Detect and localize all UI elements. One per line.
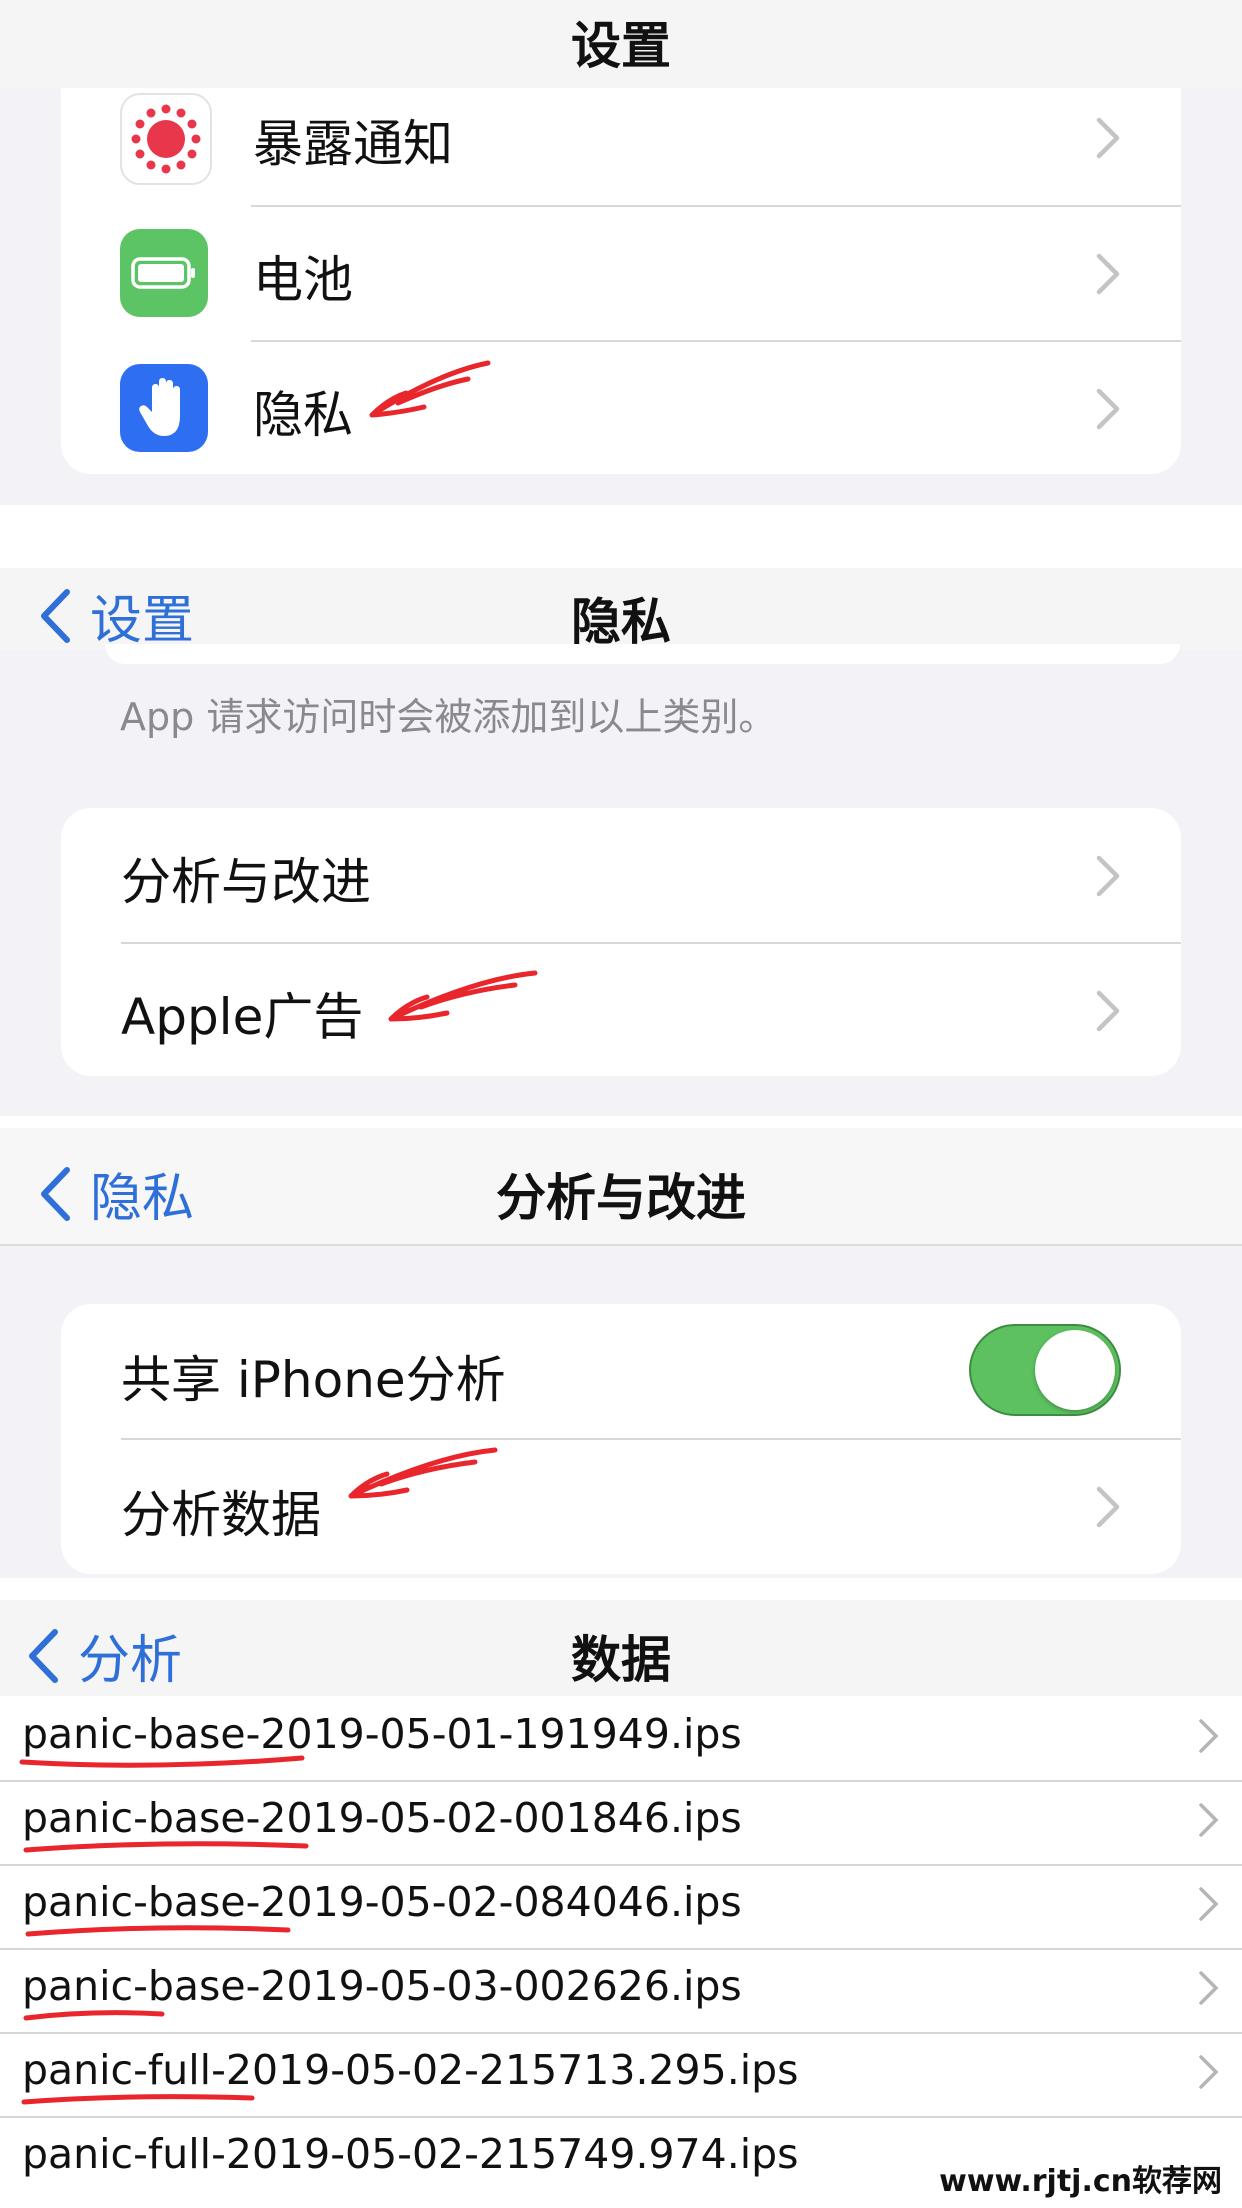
privacy-card: 分析与改进 Apple广告 bbox=[61, 808, 1181, 1076]
settings-panel: 设置 暴露通知 电池 隐私 bbox=[0, 0, 1242, 505]
settings-item-exposure[interactable]: 暴露通知 bbox=[61, 88, 1181, 222]
exposure-notification-icon bbox=[120, 93, 212, 185]
settings-navbar: 设置 bbox=[0, 0, 1242, 88]
chevron-right-icon bbox=[1199, 1887, 1219, 1921]
file-name: panic-base-2019-05-03-002626.ips bbox=[22, 1962, 742, 2010]
list-item[interactable]: panic-base-2019-05-03-002626.ips bbox=[0, 1948, 1242, 2034]
page-title: 分析与改进 bbox=[496, 1169, 746, 1227]
list-item[interactable]: panic-base-2019-05-02-001846.ips bbox=[0, 1780, 1242, 1866]
data-navbar: 分析 数据 bbox=[0, 1600, 1242, 1696]
chevron-right-icon bbox=[1199, 1803, 1219, 1837]
file-name: panic-full-2019-05-02-215713.295.ips bbox=[22, 2046, 799, 2094]
page-title: 数据 bbox=[571, 1631, 671, 1689]
chevron-right-icon bbox=[1199, 2055, 1219, 2089]
list-item[interactable]: panic-full-2019-05-02-215713.295.ips bbox=[0, 2032, 1242, 2118]
privacy-panel: 设置 隐私 App 请求访问时会被添加到以上类别。 分析与改进 Apple广告 bbox=[0, 568, 1242, 1116]
data-panel: 分析 数据 panic-base-2019-05-01-191949.ips p… bbox=[0, 1600, 1242, 2208]
privacy-item-label: Apple广告 bbox=[121, 988, 364, 1046]
analytics-data-row[interactable]: 分析数据 bbox=[61, 1439, 1181, 1573]
list-item[interactable]: panic-base-2019-05-01-191949.ips bbox=[0, 1696, 1242, 1782]
file-name: panic-full-2019-05-02-215749.974.ips bbox=[22, 2130, 799, 2178]
analytics-card: 共享 iPhone分析 分析数据 bbox=[61, 1304, 1181, 1574]
chevron-right-icon bbox=[1096, 117, 1120, 159]
privacy-navbar: 设置 隐私 bbox=[0, 568, 1242, 651]
privacy-item-apple-ads[interactable]: Apple广告 bbox=[61, 943, 1181, 1076]
settings-item-label: 暴露通知 bbox=[253, 115, 453, 173]
chevron-right-icon bbox=[1199, 1719, 1219, 1753]
settings-item-battery[interactable]: 电池 bbox=[61, 206, 1181, 340]
chevron-right-icon bbox=[1096, 855, 1120, 897]
settings-card: 暴露通知 电池 隐私 bbox=[61, 88, 1181, 474]
page-title: 设置 bbox=[571, 17, 671, 75]
card-remnant bbox=[105, 644, 1180, 664]
file-name: panic-base-2019-05-02-001846.ips bbox=[22, 1794, 742, 1842]
privacy-item-analytics[interactable]: 分析与改进 bbox=[61, 808, 1181, 942]
list-item[interactable]: panic-base-2019-05-02-084046.ips bbox=[0, 1864, 1242, 1950]
watermark: www.rjtj.cn软荐网 bbox=[933, 2156, 1228, 2200]
privacy-item-label: 分析与改进 bbox=[121, 853, 371, 911]
share-iphone-analytics-row: 共享 iPhone分析 bbox=[61, 1304, 1181, 1438]
analytics-data-label: 分析数据 bbox=[121, 1486, 321, 1544]
chevron-right-icon bbox=[1096, 990, 1120, 1032]
share-analytics-toggle[interactable] bbox=[969, 1324, 1121, 1416]
chevron-right-icon bbox=[1096, 253, 1120, 295]
file-name: panic-base-2019-05-01-191949.ips bbox=[22, 1710, 742, 1758]
settings-item-label: 电池 bbox=[253, 251, 353, 309]
hand-privacy-icon bbox=[120, 364, 208, 452]
chevron-right-icon bbox=[1096, 1486, 1120, 1528]
toggle-knob bbox=[1035, 1330, 1115, 1410]
file-name: panic-base-2019-05-02-084046.ips bbox=[22, 1878, 742, 1926]
settings-item-label: 隐私 bbox=[253, 386, 353, 444]
chevron-right-icon bbox=[1199, 1971, 1219, 2005]
analytics-panel: 隐私 分析与改进 共享 iPhone分析 分析数据 bbox=[0, 1128, 1242, 1578]
privacy-footnote: App 请求访问时会被添加到以上类别。 bbox=[120, 695, 777, 739]
share-analytics-label: 共享 iPhone分析 bbox=[121, 1351, 506, 1409]
chevron-right-icon bbox=[1096, 388, 1120, 430]
battery-icon bbox=[120, 229, 208, 317]
settings-item-privacy[interactable]: 隐私 bbox=[61, 341, 1181, 474]
analytics-navbar: 隐私 分析与改进 bbox=[0, 1128, 1242, 1246]
